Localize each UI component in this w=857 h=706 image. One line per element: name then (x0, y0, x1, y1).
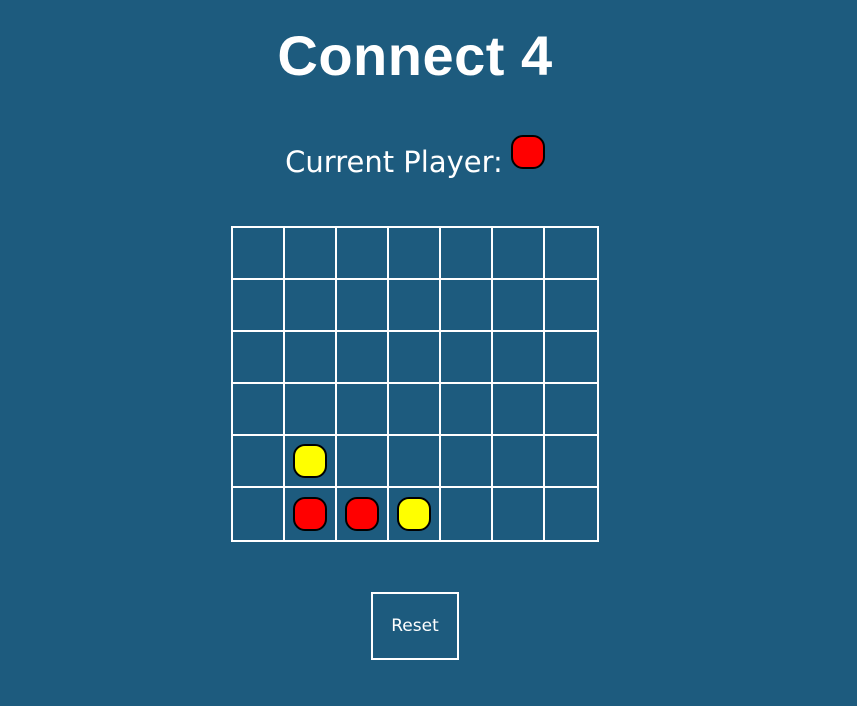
board-cell[interactable] (233, 280, 285, 332)
board-cell[interactable] (545, 436, 597, 488)
red-disc (293, 497, 327, 531)
board-cell[interactable] (285, 436, 337, 488)
board-cell[interactable] (441, 384, 493, 436)
board-cell[interactable] (337, 384, 389, 436)
board-cell[interactable] (285, 488, 337, 540)
game-board (231, 226, 599, 542)
board-cell[interactable] (337, 228, 389, 280)
board-cell[interactable] (233, 436, 285, 488)
board-cell[interactable] (389, 228, 441, 280)
board-cell[interactable] (493, 332, 545, 384)
red-disc (345, 497, 379, 531)
current-player-disc (510, 135, 545, 169)
board-cell[interactable] (337, 280, 389, 332)
board-cell[interactable] (233, 332, 285, 384)
board-cell[interactable] (389, 280, 441, 332)
board-cell[interactable] (441, 332, 493, 384)
board-cell[interactable] (337, 436, 389, 488)
board-cell[interactable] (493, 280, 545, 332)
board-cell[interactable] (545, 228, 597, 280)
board-cell[interactable] (389, 436, 441, 488)
board-cell[interactable] (337, 332, 389, 384)
board-cell[interactable] (545, 280, 597, 332)
reset-button[interactable]: Reset (371, 592, 459, 660)
current-player-status: Current Player: (0, 135, 830, 182)
board-cell[interactable] (389, 384, 441, 436)
board-cell[interactable] (441, 436, 493, 488)
board-cell[interactable] (545, 384, 597, 436)
board-cell[interactable] (441, 280, 493, 332)
board-cell[interactable] (285, 280, 337, 332)
board-cell[interactable] (233, 488, 285, 540)
board-cell[interactable] (389, 332, 441, 384)
yellow-disc (397, 497, 431, 531)
board-cell[interactable] (233, 228, 285, 280)
board-cell[interactable] (493, 228, 545, 280)
board-cell[interactable] (285, 228, 337, 280)
board-cell[interactable] (285, 384, 337, 436)
board-cell[interactable] (493, 436, 545, 488)
board-cell[interactable] (493, 488, 545, 540)
board-cell[interactable] (389, 488, 441, 540)
board-cell[interactable] (441, 488, 493, 540)
board-cell[interactable] (285, 332, 337, 384)
board-cell[interactable] (233, 384, 285, 436)
board-cell[interactable] (493, 384, 545, 436)
board-cell[interactable] (337, 488, 389, 540)
board-cell[interactable] (545, 332, 597, 384)
current-player-label: Current Player: (285, 145, 503, 179)
board-cell[interactable] (545, 488, 597, 540)
game-title: Connect 4 (277, 24, 553, 87)
yellow-disc (293, 444, 327, 478)
board-cell[interactable] (441, 228, 493, 280)
